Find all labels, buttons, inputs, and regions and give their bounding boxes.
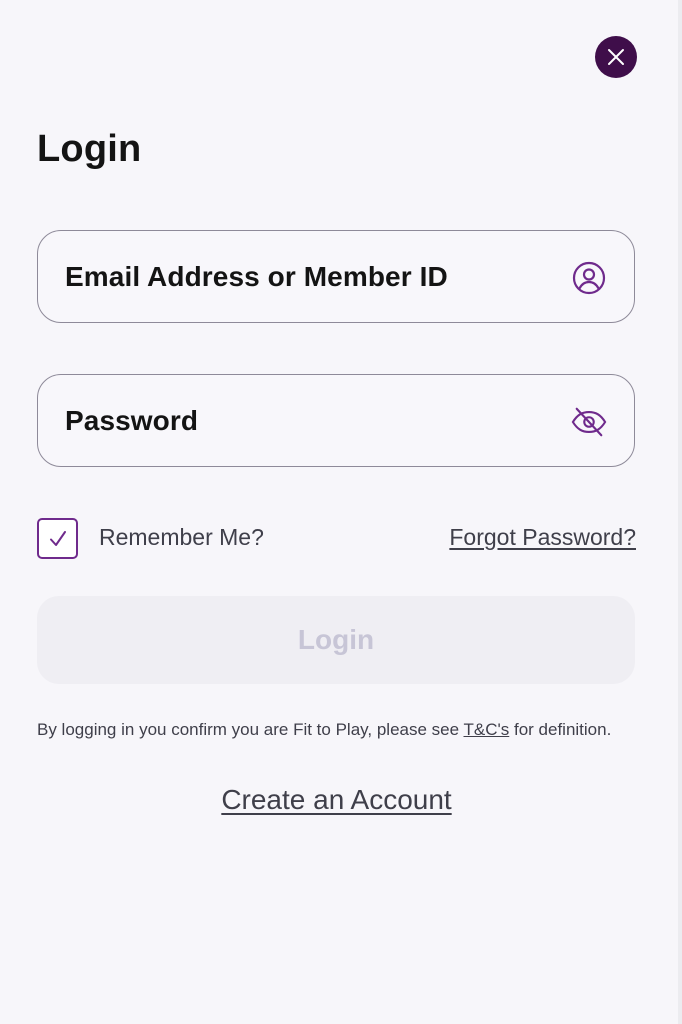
login-button[interactable]: Login — [37, 596, 635, 684]
password-field[interactable]: Password — [37, 374, 635, 467]
disclaimer-suffix: for definition. — [509, 720, 612, 739]
email-field-placeholder: Email Address or Member ID — [65, 261, 448, 292]
email-field[interactable]: Email Address or Member ID — [37, 230, 635, 323]
close-button[interactable] — [595, 36, 637, 78]
close-icon — [608, 49, 624, 65]
checkmark-icon — [49, 530, 66, 546]
disclaimer-prefix: By logging in you confirm you are Fit to… — [37, 720, 464, 739]
forgot-password-link[interactable]: Forgot Password? — [449, 524, 636, 551]
login-button-label: Login — [297, 624, 375, 655]
terms-link[interactable]: T&C's — [464, 720, 510, 739]
modal-edge — [678, 0, 682, 1024]
fit-to-play-disclaimer: By logging in you confirm you are Fit to… — [37, 720, 611, 740]
eye-off-icon[interactable] — [571, 404, 607, 440]
remember-me-label[interactable]: Remember Me? — [99, 524, 264, 551]
create-account-link[interactable]: Create an Account — [221, 784, 451, 815]
user-circle-icon — [571, 260, 607, 296]
page-title: Login — [37, 128, 142, 170]
remember-me-checkbox[interactable] — [37, 518, 78, 559]
create-account-container: Create an Account — [0, 784, 673, 816]
password-field-placeholder: Password — [65, 405, 199, 436]
